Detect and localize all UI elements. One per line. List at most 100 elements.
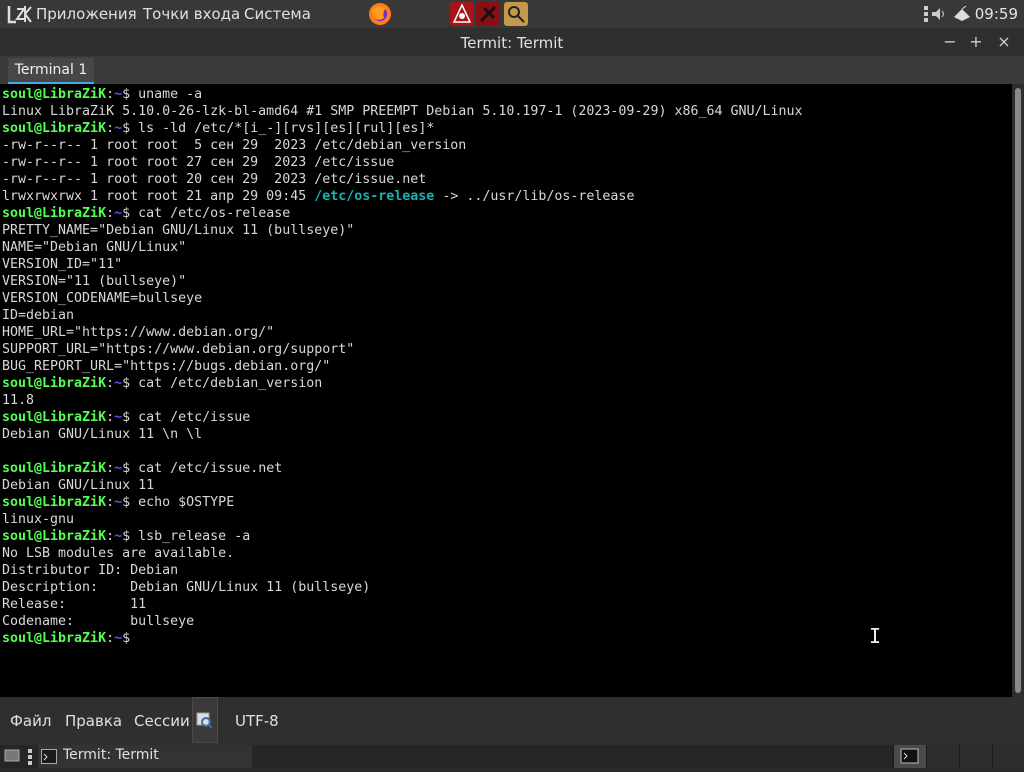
app-icon-red-2[interactable] <box>476 2 500 26</box>
output-line: ID=debian <box>2 308 75 323</box>
prompt-line: soul@LibraZiK:~$ lsb_release -a <box>2 528 803 545</box>
prompt-line: soul@LibraZiK:~$ cat /etc/issue.net <box>2 460 803 477</box>
network-icon[interactable] <box>952 5 972 27</box>
prompt-user-host: soul@LibraZiK <box>2 529 107 544</box>
prompt-line: soul@LibraZiK:~$ cat /etc/debian_version <box>2 375 803 392</box>
terminal-output: soul@LibraZiK:~$ uname -a Linux LibraZiK … <box>2 86 803 647</box>
prompt-user-host: soul@LibraZiK <box>2 87 107 102</box>
output-line: VERSION="11 (bullseye)" <box>2 274 187 289</box>
volume-icon[interactable] <box>930 6 946 26</box>
terminal-view[interactable]: soul@LibraZiK:~$ uname -a Linux LibraZiK … <box>0 84 1012 697</box>
taskbar-handle-icon[interactable] <box>28 749 32 769</box>
command-text: cat /etc/debian_version <box>130 376 323 391</box>
menu-applications[interactable]: Приложения <box>36 5 137 23</box>
menu-sessions[interactable]: Сессии <box>134 712 190 730</box>
prompt-path: ~ <box>114 529 123 544</box>
output-line: Linux LibraZiK 5.10.0-26-lzk-bl-amd64 #1… <box>2 104 803 119</box>
prompt-user-host: soul@LibraZiK <box>2 631 107 646</box>
output-line: Codename: bullseye <box>2 614 195 629</box>
menu-places[interactable]: Точки входа <box>143 5 240 23</box>
prompt-symbol: $ <box>122 87 131 102</box>
output-line: HOME_URL="https://www.debian.org/" <box>2 325 275 340</box>
prompt-separator: : <box>106 121 115 136</box>
prompt-separator: : <box>106 631 115 646</box>
command-text: ls -ld /etc/*[i_-][rvs][es][rul][es]* <box>130 121 435 136</box>
show-desktop-icon[interactable] <box>4 749 20 767</box>
prompt-path: ~ <box>114 121 123 136</box>
prompt-separator: : <box>106 461 115 476</box>
prompt-path: ~ <box>114 631 123 646</box>
prompt-path: ~ <box>114 87 123 102</box>
prompt-path: ~ <box>114 376 123 391</box>
output-line: lrwxrwxrwx 1 root root 21 апр 29 09:45 /… <box>2 189 635 204</box>
prompt-line: soul@LibraZiK:~$ uname -a <box>2 86 803 103</box>
terminal-icon <box>41 749 57 768</box>
minimize-button[interactable]: − <box>940 32 960 52</box>
task-termit[interactable]: Termit: Termit <box>38 745 252 768</box>
prompt-separator: : <box>106 206 115 221</box>
app-icon-red-1[interactable] <box>450 2 474 26</box>
output-line: linux-gnu <box>2 512 75 527</box>
prompt-line: soul@LibraZiK:~$ ls -ld /etc/*[i_-][rvs]… <box>2 120 803 137</box>
menu-file[interactable]: Файл <box>10 712 51 730</box>
prompt-symbol: $ <box>122 410 131 425</box>
firefox-icon[interactable] <box>368 2 392 26</box>
prompt-symbol: $ <box>122 529 131 544</box>
command-text: echo $OSTYPE <box>130 495 235 510</box>
prompt-user-host: soul@LibraZiK <box>2 410 107 425</box>
terminal-scrollbar[interactable] <box>1012 84 1024 697</box>
menu-edit[interactable]: Правка <box>65 712 122 730</box>
prompt-separator: : <box>106 87 115 102</box>
workspace-2[interactable] <box>926 745 959 768</box>
command-text: lsb_release -a <box>130 529 251 544</box>
prompt-user-host: soul@LibraZiK <box>2 376 107 391</box>
close-button[interactable]: × <box>994 32 1014 52</box>
output-line: No LSB modules are available. <box>2 546 235 561</box>
workspace-3[interactable] <box>959 745 992 768</box>
prompt-separator: : <box>106 495 115 510</box>
prompt-user-host: soul@LibraZiK <box>2 121 107 136</box>
menu-system[interactable]: Система <box>244 5 311 23</box>
encoding-label[interactable]: UTF-8 <box>235 712 279 730</box>
tray-handle-icon[interactable] <box>924 6 928 22</box>
output-line: -rw-r--r-- 1 root root 27 сен 29 2023 /e… <box>2 155 395 170</box>
output-line: Debian GNU/Linux 11 <box>2 478 155 493</box>
prompt-symbol: $ <box>122 376 131 391</box>
prompt-path: ~ <box>114 410 123 425</box>
clock[interactable]: 09:59 <box>975 5 1018 23</box>
command-text: cat /etc/issue.net <box>130 461 283 476</box>
task-termit-label: Termit: Termit <box>63 747 159 763</box>
output-line: NAME="Debian GNU/Linux" <box>2 240 187 255</box>
tab-terminal-1[interactable]: Terminal 1 <box>8 58 94 84</box>
prompt-symbol: $ <box>122 206 131 221</box>
workspace-1[interactable] <box>893 745 926 768</box>
librazik-logo-icon[interactable] <box>6 3 32 25</box>
output-line: SUPPORT_URL="https://www.debian.org/supp… <box>2 342 355 357</box>
prompt-user-host: soul@LibraZiK <box>2 495 107 510</box>
prompt-line: soul@LibraZiK:~$ cat /etc/os-release <box>2 205 803 222</box>
prompt-line: soul@LibraZiK:~$ cat /etc/issue <box>2 409 803 426</box>
maximize-button[interactable]: + <box>966 32 986 52</box>
text-cursor-icon: I <box>869 624 882 648</box>
search-icon <box>196 712 213 729</box>
symlink-name: /etc/os-release <box>314 189 435 204</box>
output-line: Debian GNU/Linux 11 \n \l <box>2 427 203 442</box>
prompt-symbol: $ <box>122 631 131 646</box>
window-titlebar[interactable]: Termit: Termit − + × <box>0 28 1024 56</box>
search-button[interactable] <box>192 697 218 743</box>
prompt-symbol: $ <box>122 121 131 136</box>
output-line: Release: 11 <box>2 597 147 612</box>
output-line: BUG_REPORT_URL="https://bugs.debian.org/… <box>2 359 331 374</box>
prompt-line: soul@LibraZiK:~$ <box>2 630 803 647</box>
prompt-separator: : <box>106 410 115 425</box>
prompt-symbol: $ <box>122 461 131 476</box>
output-line: VERSION_CODENAME=bullseye <box>2 291 203 306</box>
prompt-path: ~ <box>114 495 123 510</box>
scrollbar-thumb[interactable] <box>1015 88 1021 693</box>
app-icon-orange[interactable] <box>504 2 528 26</box>
window-title: Termit: Termit <box>460 34 564 52</box>
workspace-4[interactable] <box>992 745 1024 768</box>
top-panel: Приложения Точки входа Система 09:59 <box>0 0 1024 28</box>
prompt-path: ~ <box>114 206 123 221</box>
